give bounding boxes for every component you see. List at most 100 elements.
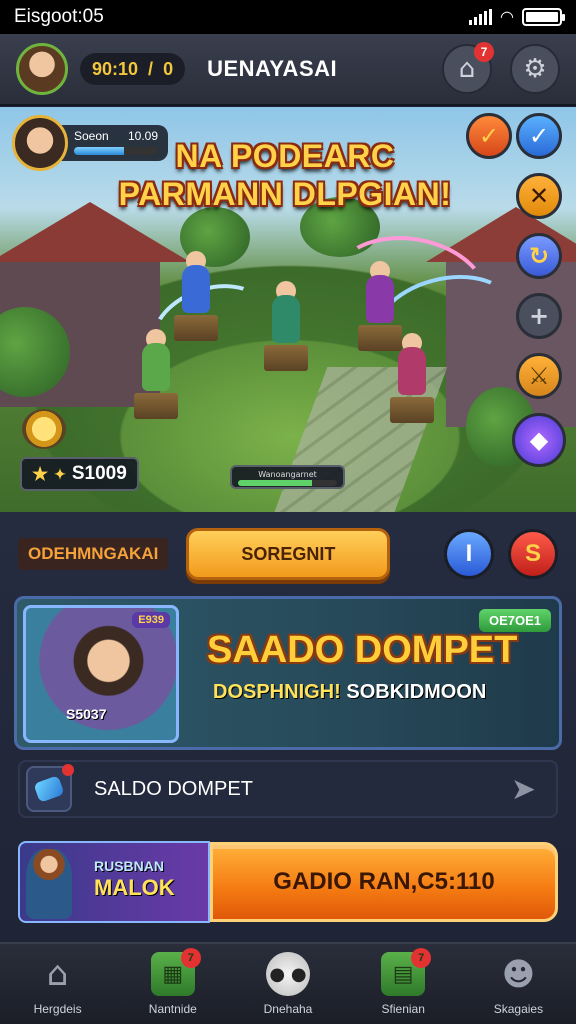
close-icon: ✕ [528, 182, 550, 210]
hero-unit[interactable] [168, 251, 224, 347]
settings-button[interactable]: ⚙ [510, 44, 560, 94]
progress-label: Wanoangarnet [258, 470, 317, 479]
promo-hero-art [26, 849, 72, 919]
rotate-icon: ↻ [528, 242, 550, 270]
hero-unit[interactable] [128, 329, 184, 425]
side-buttons: ✓ ✓ ✕ ↻ + ⚔ ◆ [466, 113, 566, 467]
battery-icon [522, 8, 565, 26]
promo-tile-line-2: MALOK [94, 875, 175, 900]
promo-button[interactable]: GADIO RAN,C5:110 [210, 842, 558, 922]
add-button[interactable]: + [516, 293, 562, 339]
banner-subtitle-right: SOBKIDMOON [346, 681, 487, 703]
close-button[interactable]: ✕ [516, 173, 562, 219]
gem-icon: ◆ [529, 426, 549, 454]
game-title: UENAYASAI [207, 56, 338, 81]
banner-subtitle: DOSPHNIGH! SOBKIDMOON [213, 681, 486, 704]
player-score: 10.09 [127, 129, 158, 143]
score-display: ★ ✦ S1009 [20, 457, 139, 491]
banner-art-value: S5037 [66, 706, 107, 722]
currency-display: 90:10 / 0 [80, 53, 186, 85]
confirm-button[interactable]: ✓ [516, 113, 562, 159]
nav-label: Sfienian [381, 1002, 425, 1016]
user-avatar[interactable] [16, 43, 68, 95]
promo-tile-text: RUSBNAN MALOK [94, 855, 175, 899]
player-health-bar [74, 147, 158, 155]
check-icon: ✓ [478, 122, 500, 150]
progress-fill [238, 480, 313, 486]
check-icon: ✓ [528, 122, 550, 150]
headline-line-2: PARMANN DLPGIAN! [118, 176, 452, 212]
shop-panel: ODEHMNGAKAI SOREGNIT I S E939 S5037 OE7O… [0, 512, 576, 942]
status-time: Eisgoot:05 [14, 6, 104, 27]
star-icon: ✦ [54, 465, 66, 482]
nav-item-home[interactable]: ⌂ Hergdeis [0, 944, 115, 1024]
nav-item-map[interactable]: ▦ 7 Nantnide [115, 944, 230, 1024]
enemy-unit[interactable] [384, 333, 440, 429]
profile-icon: ☻ [501, 955, 536, 993]
nav-badge: 7 [411, 948, 432, 968]
hero-unit[interactable] [258, 281, 314, 377]
currency-icon: S [524, 540, 541, 567]
sword-icon: ⚔ [528, 362, 550, 390]
map-icon: ▦ 7 [150, 948, 201, 996]
stage-progress: Wanoangarnet [230, 465, 345, 489]
nav-item-profile[interactable]: ☻ Skagaies [461, 944, 576, 1024]
currency-secondary: 0 [163, 58, 174, 79]
chevron-right-icon: ➤ [510, 771, 536, 807]
player-info: Soeon 10.09 [60, 125, 168, 161]
quest-icon: ▤ 7 [381, 948, 432, 996]
promo-banner[interactable]: E939 S5037 OE7OE1 SAADO DOMPET DOSPHNIGH… [14, 596, 562, 750]
nav-label: Hergdeis [33, 1002, 82, 1016]
nav-badge: 7 [180, 948, 201, 968]
bottom-nav: ⌂ Hergdeis ▦ 7 Nantnide ● ● Dnehaha ▤ 7 … [0, 942, 576, 1024]
player-card[interactable]: Soeon 10.09 [12, 115, 168, 171]
skill-button[interactable]: ⚔ [516, 353, 562, 399]
player-name: Soeon [74, 129, 109, 143]
face-icon: ● ● [266, 952, 310, 996]
star-icon: ★ [32, 463, 49, 484]
notification-dot [62, 764, 74, 776]
signal-icon [469, 9, 493, 25]
nav-label: Dnehaha [263, 1002, 313, 1016]
banner-title: SAADO DOMPET [207, 629, 518, 671]
currency-button[interactable]: S [508, 529, 558, 579]
primary-action-button[interactable]: SOREGNIT [186, 528, 391, 580]
player-health-fill [74, 147, 125, 155]
home-button[interactable]: ⌂ 7 [442, 42, 494, 94]
promo-tile[interactable]: RUSBNAN MALOK [18, 841, 210, 923]
banner-art-badge: E939 [132, 612, 170, 628]
accept-button[interactable]: ✓ [466, 113, 512, 159]
score-value: S1009 [71, 463, 127, 484]
bottom-promo: RUSBNAN MALOK GADIO RAN,C5:110 [18, 840, 558, 924]
currency-value: 90:10 [92, 58, 139, 79]
top-bar: 90:10 / 0 UENAYASAI ⌂ 7 ⚙ [0, 34, 576, 106]
nav-item-center[interactable]: ● ● Dnehaha [230, 944, 345, 1024]
plus-icon: + [528, 302, 550, 330]
settings-icon: ⚙ [523, 54, 547, 84]
wallet-label: SALDO DOMPET [94, 777, 253, 800]
progress-track [238, 480, 337, 486]
promo-tile-line-1: RUSBNAN [94, 858, 164, 874]
action-row: ODEHMNGAKAI SOREGNIT I S [18, 526, 558, 582]
coin-stack-icon [22, 409, 66, 449]
wallet-row[interactable]: SALDO DOMPET ➤ [18, 760, 558, 818]
player-avatar [12, 115, 68, 171]
status-icons: ◠ [469, 7, 565, 27]
game-scene[interactable]: NA PODEARC PARMANN DLPGIAN! Soeon 10.09 … [0, 107, 576, 512]
wifi-icon: ◠ [500, 9, 514, 26]
info-button[interactable]: I [444, 529, 494, 579]
home-badge: 7 [474, 42, 494, 62]
deal-label: ODEHMNGAKAI [18, 538, 169, 570]
banner-subtitle-left: DOSPHNIGH! [213, 681, 341, 703]
nav-item-quests[interactable]: ▤ 7 Sfienian [346, 944, 461, 1024]
nav-label: Nantnide [148, 1002, 197, 1016]
nav-label: Skagaies [493, 1002, 544, 1016]
gem-button[interactable]: ◆ [512, 413, 566, 467]
status-bar: Eisgoot:05 ◠ [0, 0, 576, 34]
rotate-button[interactable]: ↻ [516, 233, 562, 279]
home-icon: ⌂ [458, 54, 476, 84]
gem-icon [26, 764, 74, 812]
info-icon: I [465, 540, 473, 567]
home-icon: ⌂ [46, 954, 69, 994]
currency-coin-icon: / [148, 58, 154, 79]
